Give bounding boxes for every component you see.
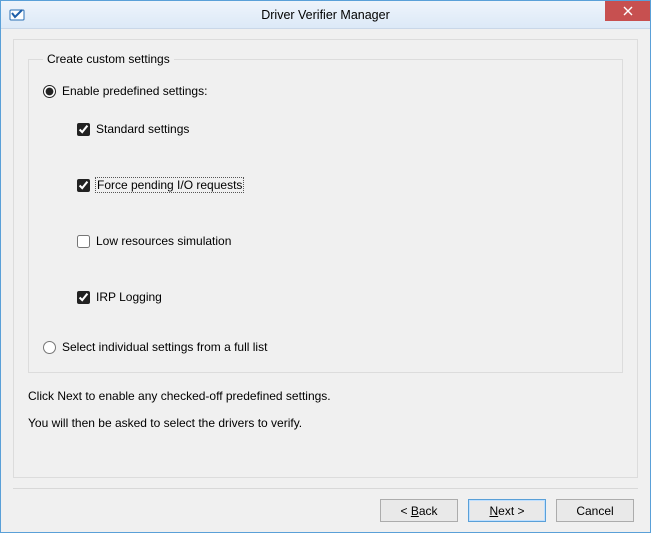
group-legend: Create custom settings <box>43 52 174 66</box>
check-force-pending-io-input[interactable] <box>77 179 90 192</box>
check-irp-logging-label: IRP Logging <box>96 290 162 304</box>
next-button[interactable]: Next > <box>468 499 546 522</box>
check-irp-logging-input[interactable] <box>77 291 90 304</box>
instructions: Click Next to enable any checked-off pre… <box>28 387 623 440</box>
titlebar: Driver Verifier Manager <box>1 1 650 29</box>
back-button[interactable]: < Back <box>380 499 458 522</box>
check-force-pending-io-label: Force pending I/O requests <box>96 178 243 192</box>
check-standard-settings-label: Standard settings <box>96 122 189 136</box>
close-icon <box>623 5 633 18</box>
check-force-pending-io[interactable]: Force pending I/O requests <box>77 178 608 192</box>
check-low-resources[interactable]: Low resources simulation <box>77 234 608 248</box>
separator <box>13 488 638 489</box>
window-frame: Driver Verifier Manager Create custom se… <box>0 0 651 533</box>
radio-enable-predefined[interactable]: Enable predefined settings: <box>43 84 608 98</box>
check-irp-logging[interactable]: IRP Logging <box>77 290 608 304</box>
radio-select-from-list-label: Select individual settings from a full l… <box>62 340 267 354</box>
check-low-resources-input[interactable] <box>77 235 90 248</box>
check-standard-settings-input[interactable] <box>77 123 90 136</box>
wizard-panel: Create custom settings Enable predefined… <box>13 39 638 478</box>
radio-enable-predefined-input[interactable] <box>43 85 56 98</box>
check-standard-settings[interactable]: Standard settings <box>77 122 608 136</box>
instructions-line2: You will then be asked to select the dri… <box>28 414 623 433</box>
radio-select-from-list[interactable]: Select individual settings from a full l… <box>43 340 608 354</box>
app-icon <box>9 7 25 23</box>
predefined-options: Standard settings Force pending I/O requ… <box>77 122 608 304</box>
radio-select-from-list-input[interactable] <box>43 341 56 354</box>
client-area: Create custom settings Enable predefined… <box>1 29 650 532</box>
wizard-buttons: < Back Next > Cancel <box>13 499 638 524</box>
window-title: Driver Verifier Manager <box>1 8 650 22</box>
radio-enable-predefined-label: Enable predefined settings: <box>62 84 207 98</box>
check-low-resources-label: Low resources simulation <box>96 234 231 248</box>
create-custom-settings-group: Create custom settings Enable predefined… <box>28 52 623 373</box>
instructions-line1: Click Next to enable any checked-off pre… <box>28 387 623 406</box>
close-button[interactable] <box>605 1 650 21</box>
cancel-button[interactable]: Cancel <box>556 499 634 522</box>
